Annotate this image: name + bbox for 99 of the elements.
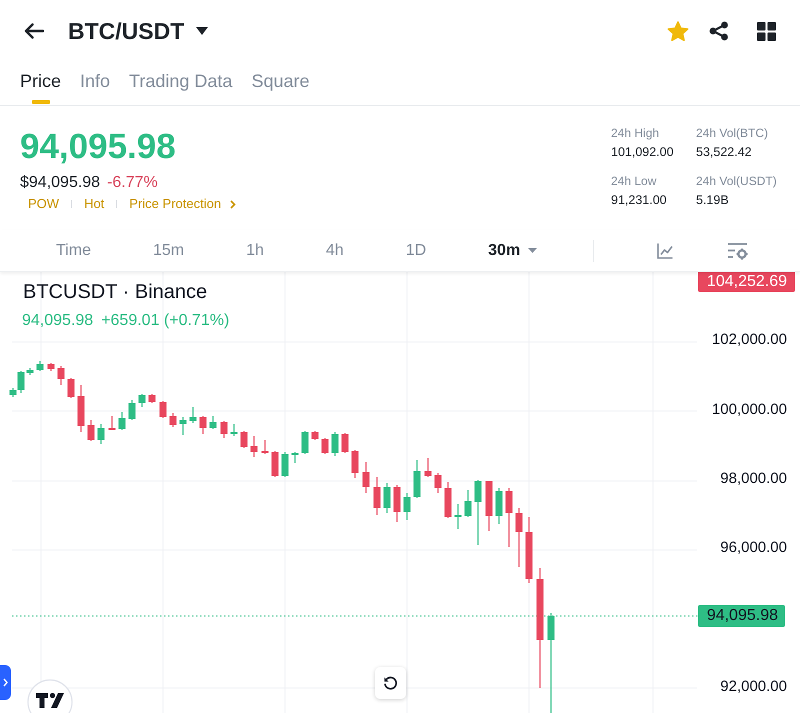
candlestick xyxy=(526,517,532,583)
candlestick xyxy=(282,452,288,477)
candlestick xyxy=(98,424,104,444)
candlestick xyxy=(190,407,196,423)
stat-value: 53,522.42 xyxy=(696,144,753,161)
candlestick xyxy=(250,436,258,457)
candlestick xyxy=(454,504,462,529)
candlestick xyxy=(210,416,216,429)
candlestick xyxy=(26,368,34,375)
quote-price: 94,095.98 xyxy=(22,311,94,331)
candlestick xyxy=(180,417,186,435)
last-price: 94,095.98 xyxy=(20,127,177,167)
candlestick xyxy=(506,488,512,547)
pair-selector[interactable]: BTC/USDT xyxy=(68,17,208,45)
category-label[interactable]: Price Protection xyxy=(129,196,222,212)
share-icon[interactable] xyxy=(709,21,729,41)
candlestick xyxy=(36,361,44,371)
candlestick xyxy=(272,451,278,477)
stat-value: 91,231.00 xyxy=(611,192,668,209)
candlestick xyxy=(48,363,54,371)
stat-value: 5.19B xyxy=(696,192,730,209)
stat-label: 24h Low xyxy=(611,173,658,190)
candlestick xyxy=(160,401,166,418)
candlestick xyxy=(68,378,74,398)
candlestick xyxy=(128,400,136,420)
tab[interactable]: Price xyxy=(20,62,62,105)
stat-label: 24h High xyxy=(611,125,660,142)
reset-button[interactable] xyxy=(375,667,406,699)
interval-tab[interactable]: Time xyxy=(56,240,91,260)
tab[interactable]: Info xyxy=(80,62,110,105)
candlestick xyxy=(322,438,328,454)
quote-change: +659.01 (+0.71%) xyxy=(101,311,230,331)
price-axis-label: 100,000.00 xyxy=(712,401,787,419)
settings-icon[interactable] xyxy=(728,242,748,260)
candlestick xyxy=(414,460,420,498)
candlestick xyxy=(394,485,400,522)
price-axis-label: 96,000.00 xyxy=(720,539,787,557)
side-panel-toggle[interactable] xyxy=(0,665,11,700)
candlestick xyxy=(342,433,348,453)
price-change: -6.77% xyxy=(107,173,158,193)
back-icon[interactable] xyxy=(24,23,44,39)
star-icon[interactable] xyxy=(667,20,689,42)
tab[interactable]: Trading Data xyxy=(129,62,232,105)
candlestick xyxy=(302,431,308,454)
usd-price: $94,095.98 xyxy=(20,173,100,193)
candlestick xyxy=(444,482,452,518)
candlestick xyxy=(108,416,116,430)
candlestick xyxy=(496,488,502,524)
tab[interactable]: Square xyxy=(251,62,310,105)
candlestick xyxy=(474,480,482,545)
candlestick xyxy=(404,493,410,520)
interval-tab[interactable]: 1D xyxy=(406,240,426,260)
circular-arrow-icon xyxy=(383,676,398,690)
symbol-title: BTCUSDT · Binance xyxy=(23,280,208,304)
candlestick xyxy=(220,421,228,438)
price-axis-label: 102,000.00 xyxy=(712,331,787,349)
candlestick xyxy=(78,385,84,432)
candlestick xyxy=(424,458,432,477)
candlestick xyxy=(374,477,380,515)
caret-down-icon xyxy=(196,27,208,35)
candlestick xyxy=(362,462,370,493)
candlestick xyxy=(486,481,492,531)
chevron-right-icon[interactable] xyxy=(230,200,236,208)
candlestick xyxy=(332,432,338,456)
candlestick xyxy=(230,424,238,436)
candlestick xyxy=(58,366,64,385)
candlestick xyxy=(434,473,442,493)
logo-icon[interactable] xyxy=(27,679,73,713)
chart-icon[interactable] xyxy=(657,242,673,258)
candlestick xyxy=(292,452,298,463)
candlestick xyxy=(118,412,126,430)
interval-tab[interactable]: 30m xyxy=(488,240,538,260)
candlestick xyxy=(262,440,268,454)
stat-value: 101,092.00 xyxy=(611,144,675,161)
grid-icon[interactable] xyxy=(757,22,776,40)
candlestick xyxy=(138,394,146,407)
candlestick xyxy=(148,394,156,403)
candlestick xyxy=(352,450,358,478)
stat-label: 24h Vol(USDT) xyxy=(696,173,778,190)
candlestick xyxy=(200,416,206,434)
candlestick xyxy=(240,431,248,448)
candlestick xyxy=(384,483,390,513)
candlestick xyxy=(516,508,522,567)
candlestick xyxy=(312,431,318,440)
current-price-marker: 94,095.98 xyxy=(698,605,785,627)
category-label[interactable]: POW xyxy=(28,196,60,212)
chevron-right-icon xyxy=(3,678,8,687)
stat-label: 24h Vol(BTC) xyxy=(696,125,770,142)
interval-tab[interactable]: 15m xyxy=(152,240,184,260)
candlestick xyxy=(170,413,176,427)
price-axis-label: 92,000.00 xyxy=(720,678,787,696)
price-axis-label: 98,000.00 xyxy=(720,470,787,488)
candlestick xyxy=(88,420,94,441)
high-price-marker: 104,252.69 xyxy=(698,272,795,292)
interval-tab[interactable]: 4h xyxy=(326,240,344,260)
caret-down-icon xyxy=(528,248,538,253)
candlestick xyxy=(464,490,472,517)
interval-tab[interactable]: 1h xyxy=(246,240,264,260)
category-label[interactable]: Hot xyxy=(84,196,104,212)
